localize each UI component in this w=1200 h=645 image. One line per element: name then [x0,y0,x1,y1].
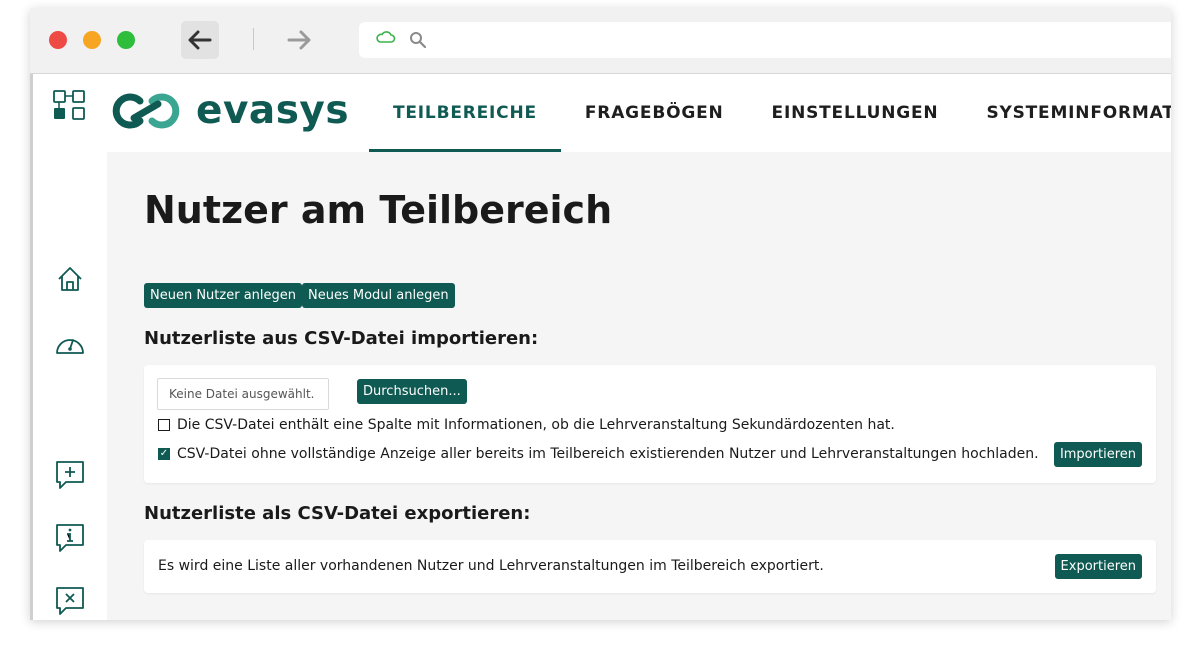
close-window-button[interactable] [49,31,67,49]
tab-systeminformationen[interactable]: SYSTEMINFORMATIONEN [962,74,1171,152]
address-bar[interactable] [359,22,1171,58]
sidebar [33,74,107,620]
main-navigation: TEILBEREICHE FRAGEBÖGEN EINSTELLUNGEN SY… [369,74,1171,152]
file-input[interactable]: Keine Datei ausgewählt. [157,378,329,410]
search-icon [410,32,427,49]
import-heading: Nutzerliste aus CSV-Datei importieren: [144,328,539,349]
export-panel: Es wird eine Liste aller vorhandenen Nut… [144,540,1156,593]
import-panel: Keine Datei ausgewählt. Durchsuchen... D… [144,365,1156,483]
tab-frageboegen[interactable]: FRAGEBÖGEN [561,74,748,152]
arrow-right-icon [287,30,311,50]
main-content: Nutzer am Teilbereich Neuen Nutzer anleg… [107,152,1171,620]
tab-teilbereiche[interactable]: TEILBEREICHE [369,74,561,152]
export-description: Es wird eine Liste aller vorhandenen Nut… [158,558,824,574]
import-button[interactable]: Importieren [1053,442,1142,467]
page-title: Nutzer am Teilbereich [144,188,613,232]
logo-text: evasys [196,88,350,133]
back-button[interactable] [181,21,219,59]
grid-menu-icon[interactable] [53,87,87,121]
option-partial-upload-label: CSV-Datei ohne vollständige Anzeige alle… [177,446,1039,462]
option-secondary-lecturers[interactable]: Die CSV-Datei enthält eine Spalte mit In… [158,417,895,433]
home-icon[interactable] [53,262,87,296]
tab-einstellungen[interactable]: EINSTELLUNGEN [748,74,963,152]
cloud-icon [376,31,396,43]
checkbox-unchecked[interactable] [158,419,170,431]
option-partial-upload[interactable]: ✓ CSV-Datei ohne vollständige Anzeige al… [158,446,1039,462]
evasys-logo-icon [112,93,180,128]
browser-window: evasys TEILBEREICHE FRAGEBÖGEN EINSTELLU… [30,8,1171,620]
info-comment-icon[interactable] [53,521,87,555]
app-header: evasys TEILBEREICHE FRAGEBÖGEN EINSTELLU… [107,74,1171,152]
arrow-left-icon [188,30,212,50]
minimize-window-button[interactable] [83,31,101,49]
new-user-button[interactable]: Neuen Nutzer anlegen [144,283,302,308]
new-module-button[interactable]: Neues Modul anlegen [302,283,455,308]
forward-button[interactable] [280,21,318,59]
add-comment-icon[interactable] [53,458,87,492]
evasys-app: evasys TEILBEREICHE FRAGEBÖGEN EINSTELLU… [30,74,1171,620]
export-heading: Nutzerliste als CSV-Datei exportieren: [144,503,531,524]
evasys-logo[interactable]: evasys [110,88,349,133]
browse-button[interactable]: Durchsuchen... [357,379,467,404]
option-secondary-lecturers-label: Die CSV-Datei enthält eine Spalte mit In… [177,417,895,433]
nav-separator [253,28,254,50]
checkbox-checked[interactable]: ✓ [158,448,170,460]
dashboard-gauge-icon[interactable] [53,326,87,360]
maximize-window-button[interactable] [117,31,135,49]
browser-toolbar [30,8,1171,74]
export-button[interactable]: Exportieren [1054,554,1142,579]
close-comment-icon[interactable] [53,584,87,618]
